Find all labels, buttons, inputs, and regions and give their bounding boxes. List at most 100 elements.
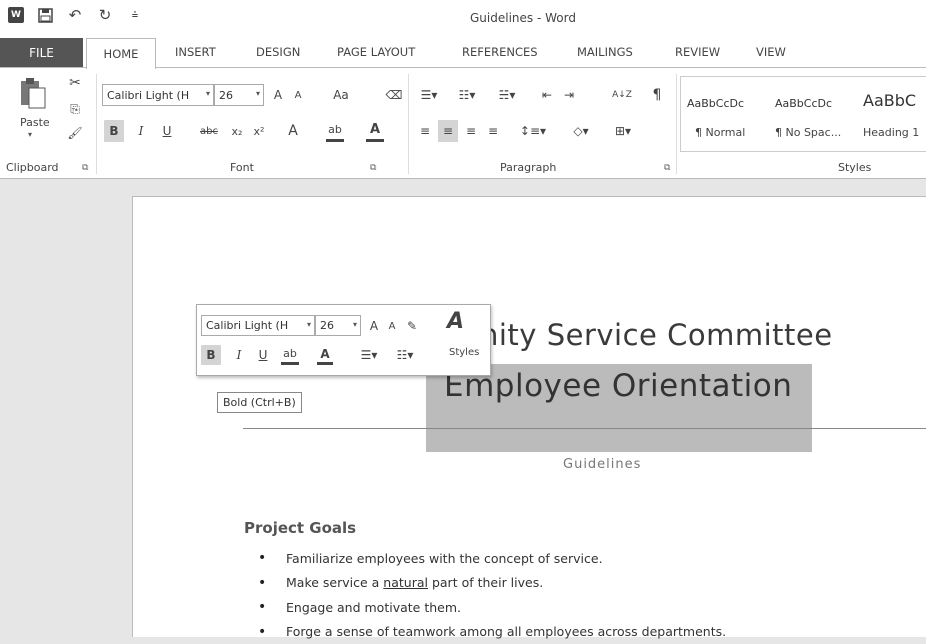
font-size-value: 26 bbox=[320, 319, 334, 332]
document-title: Guidelines - Word bbox=[470, 11, 576, 25]
bold-button[interactable]: B bbox=[104, 120, 124, 142]
shading-icon[interactable]: ◇▾ bbox=[566, 120, 596, 142]
tab-file[interactable]: FILE bbox=[0, 38, 83, 68]
document-subtitle[interactable]: Guidelines bbox=[563, 457, 641, 472]
highlight-color-button[interactable]: ab bbox=[326, 120, 344, 142]
style-no-spacing[interactable]: AaBbCcDc ¶ No Spac... bbox=[769, 77, 855, 151]
styles-group-label: Styles bbox=[838, 161, 871, 174]
align-right-icon[interactable]: ≡ bbox=[462, 120, 480, 142]
mini-highlight-color-button[interactable]: ab bbox=[281, 345, 299, 365]
list-item-text: Make service a bbox=[286, 575, 383, 590]
font-name-box[interactable]: Calibri Light (H ▾ bbox=[102, 84, 214, 106]
borders-icon[interactable]: ⊞▾ bbox=[608, 120, 638, 142]
multilevel-list-icon[interactable]: ☵▾ bbox=[492, 84, 522, 106]
line-spacing-icon[interactable]: ↕≡▾ bbox=[518, 120, 548, 142]
style-sample: AaBbC bbox=[863, 91, 916, 110]
font-name-value: Calibri Light (H bbox=[206, 319, 288, 332]
clear-formatting-icon[interactable]: ⌫ bbox=[384, 84, 404, 106]
quick-access-toolbar: W ↶ ↻ ⩮ bbox=[8, 6, 144, 24]
document-title-text[interactable]: nity Service Committee bbox=[480, 318, 833, 352]
clipboard-launcher-icon[interactable]: ⧉ bbox=[82, 163, 88, 173]
italic-button[interactable]: I bbox=[132, 120, 150, 142]
group-divider bbox=[96, 74, 97, 174]
style-sample: AaBbCcDc bbox=[687, 97, 744, 110]
tab-page-layout[interactable]: PAGE LAYOUT bbox=[337, 45, 415, 59]
tab-view[interactable]: VIEW bbox=[756, 45, 786, 59]
horizontal-rule bbox=[243, 428, 926, 429]
copy-icon[interactable]: ⎘ bbox=[66, 98, 84, 120]
mini-styles-button[interactable]: A Styles bbox=[441, 309, 487, 371]
bold-tooltip: Bold (Ctrl+B) bbox=[217, 392, 302, 413]
styles-icon: A bbox=[447, 309, 464, 334]
word-app-icon[interactable]: W bbox=[8, 7, 24, 23]
subscript-button[interactable]: x₂ bbox=[228, 120, 246, 142]
chevron-down-icon: ▾ bbox=[256, 89, 260, 98]
sort-button[interactable]: A↓Z bbox=[610, 84, 634, 106]
chevron-down-icon: ▾ bbox=[307, 320, 311, 329]
list-item-text: Forge a sense of teamwork among all empl… bbox=[286, 624, 726, 639]
paste-label: Paste bbox=[20, 116, 50, 129]
cut-icon[interactable]: ✂ bbox=[66, 72, 84, 94]
undo-icon[interactable]: ↶ bbox=[66, 6, 84, 24]
mini-format-painter-icon[interactable]: ✎ bbox=[403, 316, 421, 336]
list-item-text: Engage and motivate them. bbox=[286, 600, 461, 615]
font-color-button[interactable]: A bbox=[366, 120, 384, 142]
grow-font-button[interactable]: A bbox=[270, 84, 286, 106]
list-item[interactable]: •Make service a natural part of their li… bbox=[258, 571, 726, 596]
numbering-icon[interactable]: ☷▾ bbox=[454, 84, 480, 106]
font-name-value: Calibri Light (H bbox=[107, 89, 189, 102]
ribbon: Paste ▾ ✂ ⎘ 🖌 Clipboard ⧉ Calibri Light … bbox=[0, 67, 926, 179]
mini-grow-font-button[interactable]: A bbox=[367, 316, 381, 336]
style-name: ¶ No Spac... bbox=[775, 126, 841, 139]
tab-home[interactable]: HOME bbox=[86, 38, 156, 69]
paragraph-launcher-icon[interactable]: ⧉ bbox=[664, 163, 670, 173]
customize-qat-icon[interactable]: ⩮ bbox=[126, 6, 144, 24]
increase-indent-icon[interactable]: ⇥ bbox=[560, 84, 578, 106]
font-size-value: 26 bbox=[219, 89, 233, 102]
style-heading-1[interactable]: AaBbC Heading 1 bbox=[857, 77, 926, 151]
font-group-label: Font bbox=[230, 161, 254, 174]
underline-button[interactable]: U bbox=[158, 120, 176, 142]
list-item[interactable]: •Forge a sense of teamwork among all emp… bbox=[258, 620, 726, 644]
list-item[interactable]: •Engage and motivate them. bbox=[258, 595, 726, 620]
superscript-button[interactable]: x² bbox=[250, 120, 268, 142]
strikethrough-button[interactable]: abc bbox=[196, 120, 222, 142]
title-bar: W ↶ ↻ ⩮ Guidelines - Word bbox=[0, 0, 926, 38]
justify-icon[interactable]: ≡ bbox=[484, 120, 502, 142]
style-normal[interactable]: AaBbCcDc ¶ Normal bbox=[681, 77, 769, 151]
font-size-box[interactable]: 26 ▾ bbox=[214, 84, 264, 106]
change-case-button[interactable]: Aa bbox=[328, 84, 354, 106]
font-launcher-icon[interactable]: ⧉ bbox=[370, 163, 376, 173]
bullets-icon[interactable]: ☰▾ bbox=[416, 84, 442, 106]
selected-heading-text[interactable]: Employee Orientation bbox=[444, 368, 792, 404]
mini-font-color-button[interactable]: A bbox=[317, 345, 333, 365]
tab-design[interactable]: DESIGN bbox=[256, 45, 300, 59]
show-formatting-button[interactable]: ¶ bbox=[648, 84, 666, 106]
format-painter-icon[interactable]: 🖌 bbox=[66, 122, 84, 144]
list-item-text: Familiarize employees with the concept o… bbox=[286, 551, 603, 566]
mini-underline-button[interactable]: U bbox=[255, 345, 271, 365]
tab-insert[interactable]: INSERT bbox=[175, 45, 216, 59]
mini-italic-button[interactable]: I bbox=[231, 345, 247, 365]
tab-review[interactable]: REVIEW bbox=[675, 45, 720, 59]
text-effects-button[interactable]: A bbox=[284, 120, 302, 142]
mini-numbering-icon[interactable]: ☷▾ bbox=[391, 345, 419, 365]
section-heading[interactable]: Project Goals bbox=[244, 519, 356, 537]
shrink-font-button[interactable]: A bbox=[290, 84, 306, 106]
mini-bullets-icon[interactable]: ☰▾ bbox=[355, 345, 383, 365]
paste-dropdown-icon[interactable]: ▾ bbox=[28, 130, 32, 139]
list-item[interactable]: •Familiarize employees with the concept … bbox=[258, 546, 726, 571]
align-left-icon[interactable]: ≡ bbox=[416, 120, 434, 142]
redo-icon[interactable]: ↻ bbox=[96, 6, 114, 24]
paste-button[interactable]: Paste ▾ bbox=[16, 76, 50, 148]
mini-font-name-box[interactable]: Calibri Light (H ▾ bbox=[201, 315, 315, 336]
mini-bold-button[interactable]: B bbox=[201, 345, 221, 365]
align-center-icon[interactable]: ≡ bbox=[438, 120, 458, 142]
save-icon[interactable] bbox=[36, 6, 54, 24]
mini-font-size-box[interactable]: 26 ▾ bbox=[315, 315, 361, 336]
tab-references[interactable]: REFERENCES bbox=[462, 45, 538, 59]
decrease-indent-icon[interactable]: ⇤ bbox=[538, 84, 556, 106]
mini-shrink-font-button[interactable]: A bbox=[385, 316, 399, 336]
tab-mailings[interactable]: MAILINGS bbox=[577, 45, 633, 59]
styles-gallery: AaBbCcDc ¶ Normal AaBbCcDc ¶ No Spac... … bbox=[680, 76, 926, 152]
